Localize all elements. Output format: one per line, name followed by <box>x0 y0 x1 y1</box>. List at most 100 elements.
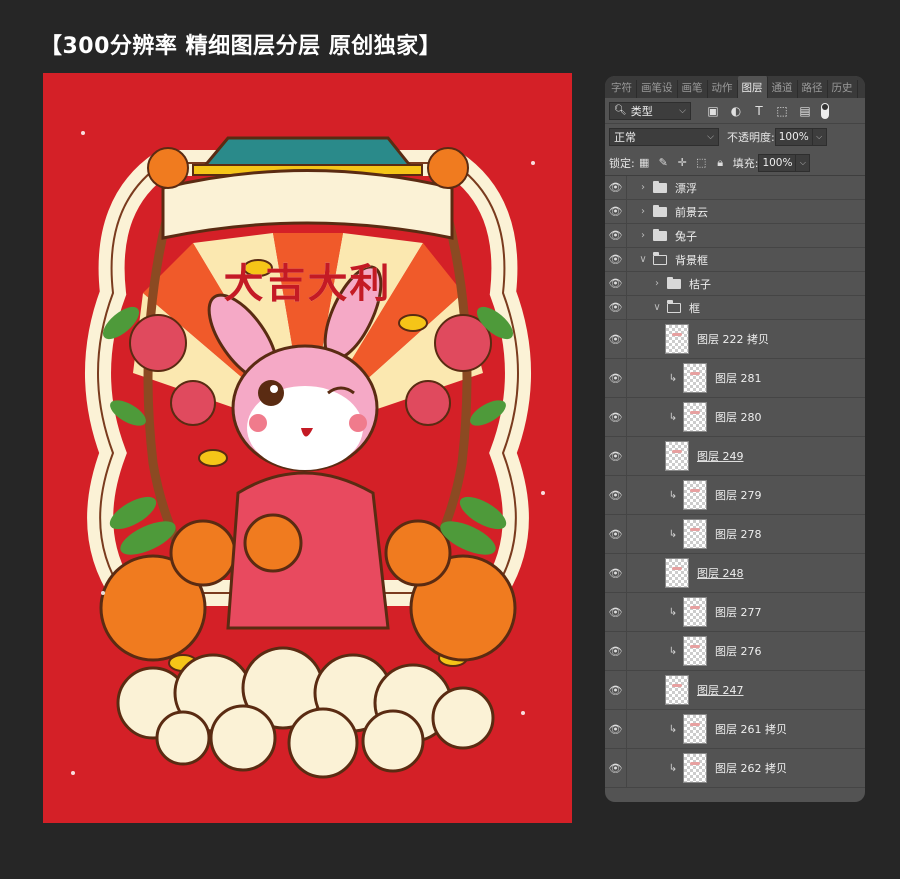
eye-icon[interactable]: 👁︎ <box>605 224 627 247</box>
layer-row[interactable]: 👁︎ 图层 247 <box>605 671 865 710</box>
tab-channels[interactable]: 通道 <box>768 80 798 98</box>
layer-group-row[interactable]: 👁︎ › 漂浮 <box>605 176 865 200</box>
eye-icon[interactable]: 👁︎ <box>605 272 627 295</box>
layer-row[interactable]: 👁︎ 图层 248 <box>605 554 865 593</box>
blend-mode-select[interactable]: 正常 ⌵ <box>609 128 719 146</box>
tab-brushes[interactable]: 画笔 <box>678 80 708 98</box>
layer-name: 图层 277 <box>715 606 762 619</box>
chevron-down-icon[interactable]: ⌵ <box>812 128 827 146</box>
eye-icon[interactable]: 👁︎ <box>605 398 627 436</box>
fill-label: 填充: <box>732 156 759 170</box>
clipping-mask-icon: ↳ <box>668 606 678 618</box>
layer-row[interactable]: 👁︎ ↳ 图层 278 <box>605 515 865 554</box>
chevron-right-icon[interactable]: › <box>637 206 649 217</box>
tab-history[interactable]: 历史 <box>828 80 858 98</box>
eye-icon[interactable]: 👁︎ <box>605 710 627 748</box>
layer-group-row[interactable]: 👁︎ ∨ 背景框 <box>605 248 865 272</box>
text-filter-icon[interactable]: T <box>749 104 769 118</box>
tab-character[interactable]: 字符 <box>607 80 637 98</box>
eye-icon[interactable]: 👁︎ <box>605 248 627 271</box>
eye-icon[interactable]: 👁︎ <box>605 476 627 514</box>
eye-icon[interactable]: 👁︎ <box>605 671 627 709</box>
eye-icon[interactable]: 👁︎ <box>605 749 627 787</box>
folder-icon <box>652 252 667 265</box>
lock-all-icon[interactable]: 🔒︎ <box>711 156 730 170</box>
layer-name: 图层 280 <box>715 411 762 424</box>
layer-filter-row: 🔍︎ 类型 ⌵ ▣ ◐ T ⬚ ▤ <box>605 98 865 124</box>
poster-title: 大吉大利 <box>223 260 392 307</box>
chevron-down-icon: ⌵ <box>679 105 686 116</box>
eye-icon[interactable]: 👁︎ <box>605 359 627 397</box>
layer-group-name: 框 <box>689 301 700 315</box>
fill-field[interactable]: 100% <box>758 153 797 172</box>
smart-filter-icon[interactable]: ▤ <box>795 104 815 118</box>
poster-illustration <box>71 131 545 779</box>
lock-brush-icon[interactable]: ✎ <box>654 156 673 169</box>
chevron-down-icon[interactable]: ⌵ <box>796 153 811 172</box>
chevron-right-icon[interactable]: › <box>651 278 663 289</box>
layer-group-row[interactable]: 👁︎ › 兔子 <box>605 224 865 248</box>
eye-icon[interactable]: 👁︎ <box>605 515 627 553</box>
filter-toggle[interactable] <box>821 102 829 119</box>
layer-thumbnail <box>665 675 689 705</box>
layer-name: 图层 248 <box>697 567 744 580</box>
tab-layers[interactable]: 图层 <box>737 76 768 98</box>
clipping-mask-icon: ↳ <box>668 723 678 735</box>
layer-thumbnail <box>683 402 707 432</box>
chevron-right-icon[interactable]: › <box>637 182 649 193</box>
layer-thumbnail <box>683 636 707 666</box>
folder-icon <box>653 204 667 217</box>
chevron-down-icon[interactable]: ∨ <box>637 254 649 265</box>
eye-icon[interactable]: 👁︎ <box>605 176 627 199</box>
layer-group-row[interactable]: 👁︎ › 前景云 <box>605 200 865 224</box>
layer-row[interactable]: 👁︎ ↳ 图层 276 <box>605 632 865 671</box>
eye-icon[interactable]: 👁︎ <box>605 296 627 319</box>
layer-name: 图层 281 <box>715 372 762 385</box>
roof <box>199 136 416 170</box>
lock-move-icon[interactable]: ✛ <box>673 156 692 169</box>
layer-thumbnail <box>683 480 707 510</box>
tab-paths[interactable]: 路径 <box>798 80 828 98</box>
layer-row[interactable]: 👁︎ ↳ 图层 261 拷贝 <box>605 710 865 749</box>
tab-actions[interactable]: 动作 <box>708 80 738 98</box>
eye-icon[interactable]: 👁︎ <box>605 632 627 670</box>
folder-icon <box>666 300 681 313</box>
layer-group-row[interactable]: 👁︎ › 桔子 <box>605 272 865 296</box>
layer-row[interactable]: 👁︎ ↳ 图层 277 <box>605 593 865 632</box>
layer-row[interactable]: 👁︎ ↳ 图层 280 <box>605 398 865 437</box>
opacity-field[interactable]: 100% <box>774 128 813 146</box>
layer-name: 图层 261 拷贝 <box>715 723 787 736</box>
opacity-label: 不透明度: <box>727 131 775 144</box>
layer-row[interactable]: 👁︎ 图层 222 拷贝 <box>605 320 865 359</box>
lock-transparent-icon[interactable]: ▦ <box>635 156 654 169</box>
chevron-right-icon[interactable]: › <box>637 230 649 241</box>
eye-icon[interactable]: 👁︎ <box>605 554 627 592</box>
filter-kind-label: 类型 <box>630 104 653 118</box>
adjust-filter-icon[interactable]: ◐ <box>726 104 746 118</box>
shape-filter-icon[interactable]: ⬚ <box>772 104 792 118</box>
eye-icon[interactable]: 👁︎ <box>605 437 627 475</box>
eye-icon[interactable]: 👁︎ <box>605 200 627 223</box>
eye-icon[interactable]: 👁︎ <box>605 320 627 358</box>
image-filter-icon[interactable]: ▣ <box>703 104 723 118</box>
layer-group-row[interactable]: 👁︎ ∨ 框 <box>605 296 865 320</box>
layer-row[interactable]: 👁︎ ↳ 图层 262 拷贝 <box>605 749 865 788</box>
layer-row[interactable]: 👁︎ ↳ 图层 279 <box>605 476 865 515</box>
clipping-mask-icon: ↳ <box>668 372 678 384</box>
eye-icon[interactable]: 👁︎ <box>605 593 627 631</box>
clipping-mask-icon: ↳ <box>668 762 678 774</box>
filter-kind-select[interactable]: 🔍︎ 类型 ⌵ <box>609 101 691 120</box>
layer-row[interactable]: 👁︎ ↳ 图层 281 <box>605 359 865 398</box>
chevron-down-icon[interactable]: ∨ <box>651 302 663 313</box>
layer-thumbnail <box>665 441 689 471</box>
layer-row[interactable]: 👁︎ 图层 249 <box>605 437 865 476</box>
layer-thumbnail <box>683 753 707 783</box>
headline: 【300分辨率 精细图层分层 原创独家】 <box>40 34 442 59</box>
lock-row: 锁定: ▦ ✎ ✛ ⬚ 🔒︎ 填充: 100% ⌵ <box>605 150 865 176</box>
layer-group-name: 前景云 <box>675 205 708 219</box>
layer-thumbnail <box>683 714 707 744</box>
lock-label: 锁定: <box>609 156 635 170</box>
lock-artboard-icon[interactable]: ⬚ <box>692 156 711 169</box>
tab-brush-settings[interactable]: 画笔设 <box>637 80 678 98</box>
blend-row: 正常 ⌵ 不透明度: 100% ⌵ <box>605 124 865 150</box>
